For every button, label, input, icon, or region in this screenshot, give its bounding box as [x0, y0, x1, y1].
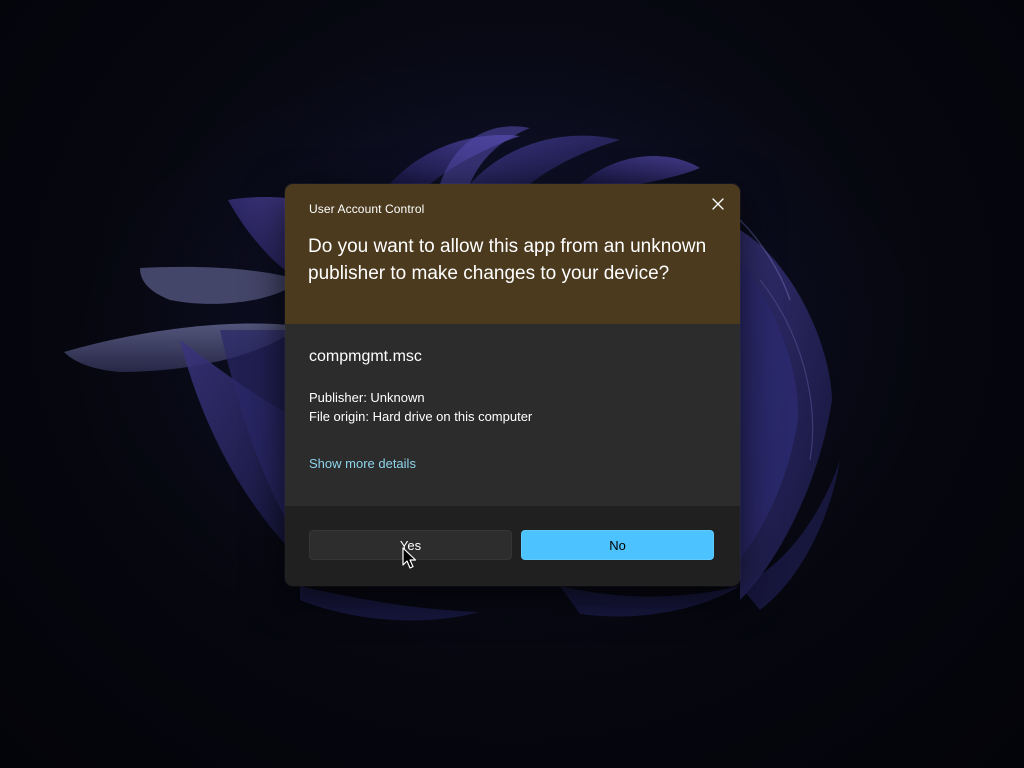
uac-header: User Account Control Do you want to allo…	[285, 184, 740, 324]
uac-dialog: User Account Control Do you want to allo…	[285, 184, 740, 586]
uac-body: compmgmt.msc Publisher: Unknown File ori…	[285, 324, 740, 506]
dialog-question: Do you want to allow this app from an un…	[308, 236, 707, 284]
show-more-details-link[interactable]: Show more details	[309, 456, 416, 471]
desktop-background: User Account Control Do you want to allo…	[0, 0, 1024, 768]
uac-footer: Yes No	[285, 506, 740, 586]
publisher-line: Publisher: Unknown	[309, 390, 425, 405]
mouse-cursor-icon	[402, 547, 417, 569]
close-button[interactable]	[704, 190, 732, 218]
close-icon	[712, 198, 724, 210]
no-button[interactable]: No	[521, 530, 714, 560]
app-name: compmgmt.msc	[309, 348, 422, 365]
dialog-caption: User Account Control	[309, 202, 425, 216]
file-origin-line: File origin: Hard drive on this computer	[309, 409, 533, 424]
